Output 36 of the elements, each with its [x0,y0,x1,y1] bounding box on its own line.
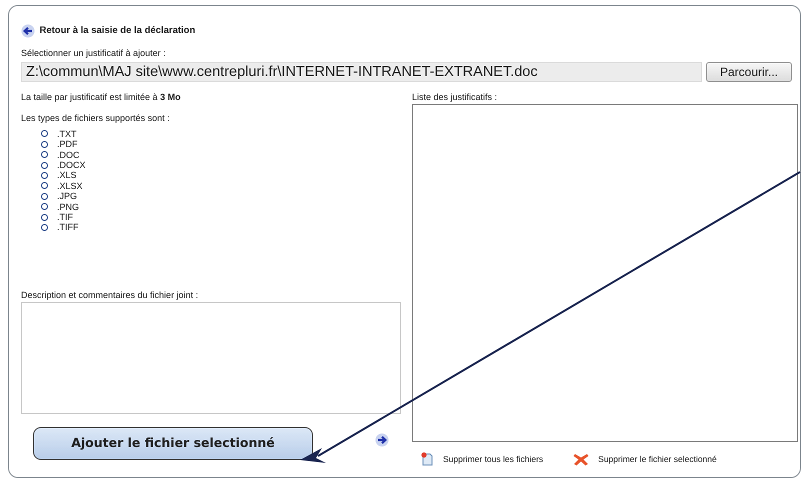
size-note: La taille par justificatif est limitée à 3 Mo [21,90,181,104]
back-link[interactable]: Retour à la saisie de la déclaration [40,24,196,38]
bullet-icon [41,182,48,190]
file-type: .DOC [57,150,80,160]
file-type: .TIFF [57,222,78,233]
back-arrow-icon[interactable] [21,24,35,38]
description-field[interactable] [21,302,401,414]
next-arrow-icon[interactable] [375,433,389,448]
bullet-icon [41,151,48,158]
bullet-icon [41,162,48,169]
file-type: .XLSX [57,180,83,192]
browse-button[interactable]: Parcourir... [706,62,792,82]
bullet-icon [41,214,48,221]
description-label: Description et commentaires du fichier joint : [21,288,198,302]
field-label: Sélectionner un justificatif à ajouter : [21,47,166,60]
file-types-label: Les types de fichiers supportés sont : [21,112,170,126]
action-link[interactable]: Supprimer tous les fichiers [443,452,544,466]
document-icon [420,452,434,466]
file-type: .PDF [57,139,78,150]
file-type: .JPG [57,191,78,202]
bullet-icon [41,203,48,210]
file-type: .TXT [57,128,76,140]
list-label: Liste des justificatifs : [412,90,498,104]
delete-icon [573,452,590,466]
file-type: .TIF [57,212,73,222]
action-link[interactable]: Supprimer le fichier selectionné [598,452,717,466]
file-type: .PNG [57,202,80,212]
bullet-icon [41,130,48,138]
bullet-icon [41,192,48,200]
file-path-field[interactable]: Z:\commun\MAJ site\www.centrepluri.fr\INTERNET-INTRANET-EXTRANET.doc [21,62,702,82]
add-file-button[interactable]: Ajouter le fichier selectionné [33,426,313,460]
bullet-icon [41,172,48,180]
bullet-icon [41,224,48,232]
bullet-icon [41,140,48,148]
file-type: .DOCX [57,160,86,170]
file-type: .XLS [57,170,77,181]
